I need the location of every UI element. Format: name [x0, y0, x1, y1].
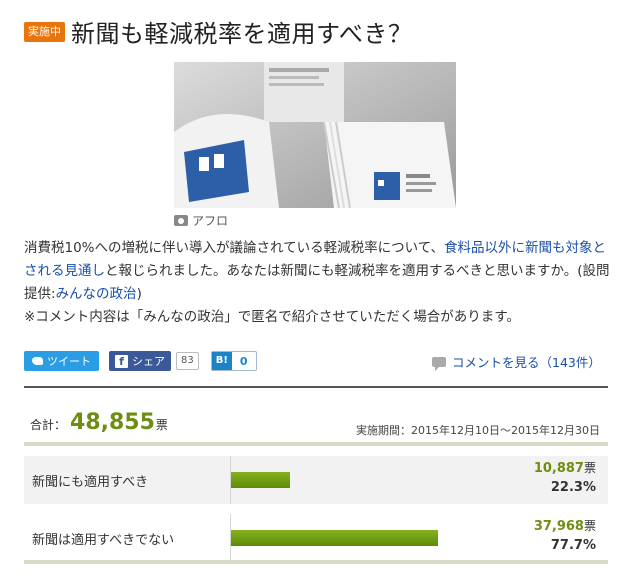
facebook-share-button[interactable]: f シェア	[109, 351, 171, 371]
option-label: 新聞は適用すべきでない	[32, 532, 175, 548]
comment-note: ※コメント内容は「みんなの政治」で匿名で紹介させていただく場合があります。	[24, 309, 520, 325]
vote-count-number: 10,887	[533, 461, 584, 476]
source-link[interactable]: みんなの政治	[56, 286, 137, 302]
bar-track	[230, 456, 510, 504]
hatena-bookmark-button[interactable]: B! 0	[210, 351, 257, 371]
photo-credit: アフロ	[174, 212, 228, 229]
vote-count: 37,968票	[534, 517, 596, 534]
photo-credit-text: アフロ	[192, 214, 229, 228]
results-chart: 新聞にも適用すべき 10,887票 22.3% 新聞は適用すべきでない 37,9…	[24, 456, 608, 562]
result-bar	[231, 530, 438, 546]
comment-bubble-icon	[432, 356, 446, 371]
tweet-button[interactable]: ツイート	[24, 351, 99, 371]
total-votes: 48,855	[70, 410, 155, 435]
divider	[24, 442, 608, 446]
tweet-label: ツイート	[47, 355, 91, 368]
status-badge: 実施中	[24, 21, 65, 42]
poll-period: 実施期間：2015年12月10日〜2015年12月30日	[356, 424, 600, 437]
share-bar: ツイート f シェア 83 B! 0	[24, 351, 257, 371]
article-description: 消費税10%への増税に伴い導入が議論されている軽減税率について、食料品以外に新聞…	[24, 237, 610, 329]
vote-percent: 22.3%	[550, 480, 596, 495]
vote-total: 合計： 48,855 票	[30, 410, 168, 435]
newspaper-image	[174, 62, 456, 208]
result-row: 新聞は適用すべきでない 37,968票 77.7%	[24, 514, 608, 562]
camera-icon	[174, 215, 188, 226]
vote-percent: 77.7%	[550, 538, 596, 553]
view-comments-link[interactable]: コメントを見る（143件）	[432, 352, 601, 371]
description-text: 消費税10%への増税に伴い導入が議論されている軽減税率について、	[24, 240, 445, 256]
option-label: 新聞にも適用すべき	[32, 474, 149, 490]
result-values: 10,887票 22.3%	[534, 459, 596, 495]
divider	[24, 386, 608, 388]
facebook-label: シェア	[132, 355, 165, 368]
facebook-count: 83	[176, 352, 199, 370]
facebook-icon: f	[115, 354, 128, 368]
vote-count-number: 37,968	[533, 519, 584, 534]
facebook-share: f シェア 83	[109, 351, 199, 371]
view-comments-label: コメントを見る（143件）	[452, 355, 601, 370]
article-photo	[174, 62, 456, 208]
result-values: 37,968票 77.7%	[534, 517, 596, 553]
vote-count: 10,887票	[534, 459, 596, 476]
header: 実施中 新聞も軽減税率を適用すべき？	[24, 14, 412, 49]
twitter-bird-icon	[32, 357, 43, 365]
hatena-count: 0	[239, 354, 248, 368]
hatena-icon: B!	[211, 352, 232, 370]
vote-unit: 票	[583, 461, 596, 475]
description-text: )	[136, 286, 142, 302]
result-bar	[231, 472, 290, 488]
divider	[24, 560, 608, 564]
total-unit: 票	[155, 418, 168, 432]
total-label: 合計：	[30, 418, 67, 432]
page-title: 新聞も軽減税率を適用すべき？	[71, 20, 413, 48]
result-row: 新聞にも適用すべき 10,887票 22.3%	[24, 456, 608, 504]
vote-unit: 票	[583, 519, 596, 533]
description-paragraph: 消費税10%への増税に伴い導入が議論されている軽減税率について、食料品以外に新聞…	[24, 237, 610, 306]
bar-track	[230, 514, 510, 562]
